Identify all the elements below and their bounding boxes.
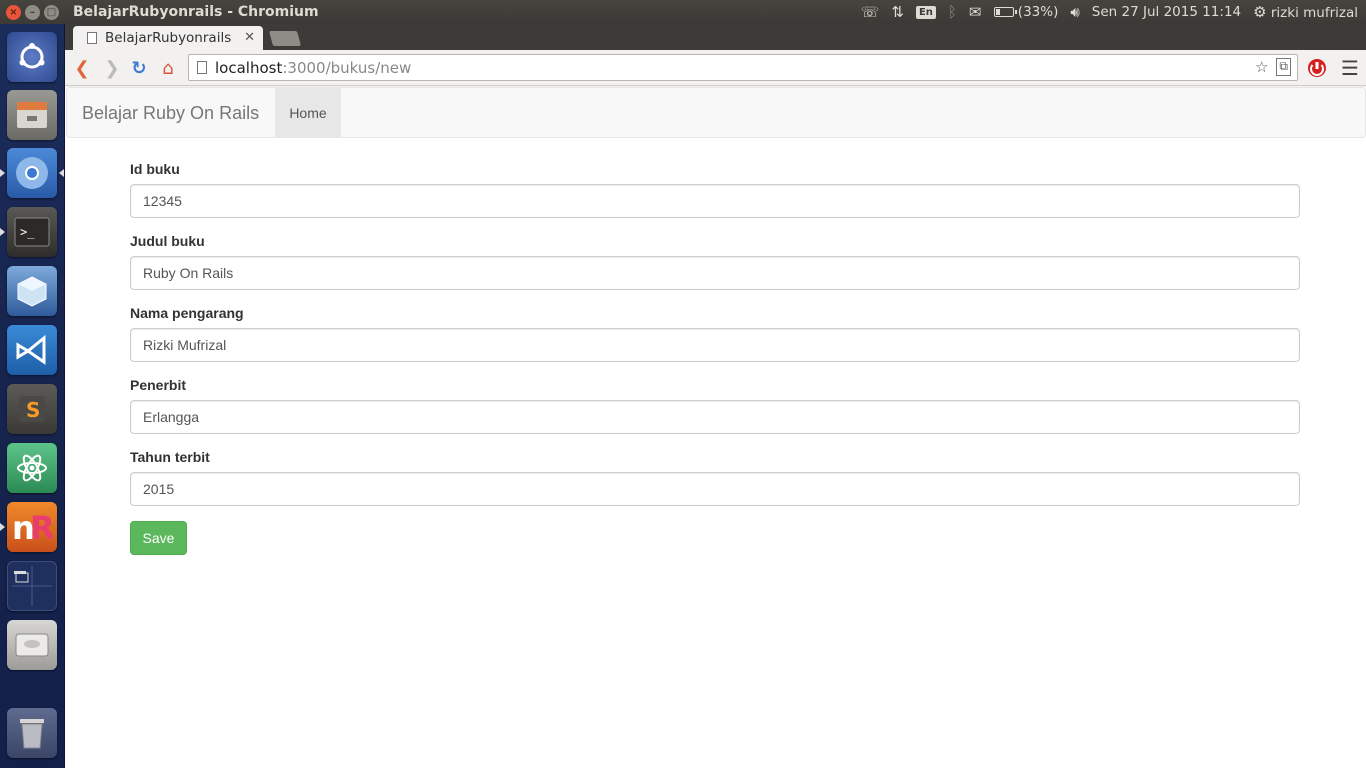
chromium-icon[interactable] xyxy=(7,148,57,198)
omnibox-actions: ☆ ⧉ xyxy=(1255,58,1291,76)
terminal-icon[interactable]: >_ xyxy=(7,207,57,257)
top-panel: × – □ BelajarRubyonrails - Chromium ☏ ⇅ … xyxy=(0,0,1366,24)
tab-title: BelajarRubyonrails xyxy=(105,30,232,46)
tahun-terbit-input[interactable] xyxy=(130,472,1300,506)
maximize-window-button[interactable]: □ xyxy=(44,4,59,20)
form-group-id-buku: Id buku xyxy=(130,161,1301,218)
penerbit-label: Penerbit xyxy=(130,377,187,393)
volume-icon[interactable]: 🔊︎ xyxy=(1070,3,1079,21)
browser-tab[interactable]: BelajarRubyonrails ✕ xyxy=(73,26,263,50)
battery-percent: (33%) xyxy=(1017,4,1059,20)
keyboard-layout-indicator[interactable]: En xyxy=(915,5,936,19)
window-title: BelajarRubyonrails - Chromium xyxy=(73,4,319,20)
disk-icon[interactable] xyxy=(7,620,57,670)
running-indicator xyxy=(0,228,5,236)
minimize-window-button[interactable]: – xyxy=(25,4,40,20)
tab-close-icon[interactable]: ✕ xyxy=(244,30,255,45)
nama-pengarang-label: Nama pengarang xyxy=(130,305,244,321)
sublime-text-icon[interactable]: S xyxy=(7,384,57,434)
judul-buku-label: Judul buku xyxy=(130,233,205,249)
url-host: localhost xyxy=(215,58,283,77)
penerbit-input[interactable] xyxy=(130,400,1300,434)
reload-button[interactable]: ↻ xyxy=(128,57,150,79)
files-icon[interactable] xyxy=(7,90,57,140)
mail-icon[interactable]: ✉ xyxy=(969,3,982,21)
menu-icon[interactable]: ☰ xyxy=(1339,56,1361,80)
battery-icon xyxy=(993,7,1017,17)
rubymine-icon[interactable]: nR xyxy=(7,502,57,552)
focused-indicator xyxy=(59,169,64,177)
visual-studio-code-icon[interactable] xyxy=(7,325,57,375)
address-bar[interactable]: localhost:3000/bukus/new ☆ ⧉ xyxy=(188,54,1298,81)
virtualbox-icon[interactable] xyxy=(7,266,57,316)
battery-indicator[interactable]: (33%) xyxy=(993,4,1059,20)
translate-icon[interactable]: ⧉ xyxy=(1276,58,1291,76)
running-indicator xyxy=(0,523,5,531)
ubuntu-dash-icon[interactable] xyxy=(7,32,57,82)
form-group-judul-buku: Judul buku xyxy=(130,233,1301,290)
id-buku-input[interactable] xyxy=(130,184,1300,218)
form-group-penerbit: Penerbit xyxy=(130,377,1301,434)
page-icon xyxy=(87,32,97,44)
tab-strip: BelajarRubyonrails ✕ xyxy=(65,24,1366,50)
user-menu[interactable]: ⚙ rizki mufrizal xyxy=(1253,3,1358,21)
bluetooth-icon[interactable]: ᛒ xyxy=(948,3,957,21)
browser-toolbar: ❮ ❯ ↻ ⌂ localhost:3000/bukus/new ☆ ⧉ ☰ xyxy=(65,50,1366,86)
bookmark-star-icon[interactable]: ☆ xyxy=(1255,58,1268,76)
navbar: Belajar Ruby On Rails Home xyxy=(66,87,1366,138)
new-tab-button[interactable] xyxy=(268,31,302,46)
indicator-area: ☏ ⇅ En ᛒ ✉ (33%) 🔊︎ Sen 27 Jul 2015 11:1… xyxy=(861,0,1358,24)
page-viewport: Belajar Ruby On Rails Home Id buku Judul… xyxy=(65,87,1366,768)
svg-text:R: R xyxy=(30,509,52,545)
close-window-button[interactable]: × xyxy=(6,4,21,20)
running-indicator xyxy=(0,169,5,177)
gear-icon: ⚙ xyxy=(1253,3,1267,21)
book-form: Id buku Judul buku Nama pengarang Penerb… xyxy=(130,161,1301,555)
clock[interactable]: Sen 27 Jul 2015 11:14 xyxy=(1092,4,1241,20)
extension-button[interactable] xyxy=(1306,57,1328,79)
form-group-tahun-terbit: Tahun terbit xyxy=(130,449,1301,506)
battery-level-fill xyxy=(995,9,1001,15)
id-buku-label: Id buku xyxy=(130,161,180,177)
atom-icon[interactable] xyxy=(7,443,57,493)
svg-text:S: S xyxy=(26,398,40,422)
back-button[interactable]: ❮ xyxy=(71,57,93,79)
judul-buku-input[interactable] xyxy=(130,256,1300,290)
trash-icon[interactable] xyxy=(7,708,57,758)
network-icon[interactable]: ⇅ xyxy=(891,3,904,21)
form-group-nama-pengarang: Nama pengarang xyxy=(130,305,1301,362)
navbar-brand[interactable]: Belajar Ruby On Rails xyxy=(82,103,259,124)
username: rizki mufrizal xyxy=(1270,5,1358,21)
save-button[interactable]: Save xyxy=(130,521,187,555)
forward-button[interactable]: ❯ xyxy=(101,57,123,79)
url-path: :3000/bukus/new xyxy=(282,58,412,77)
nav-home-link[interactable]: Home xyxy=(275,88,341,138)
telepathy-icon[interactable]: ☏ xyxy=(861,3,880,21)
page-icon xyxy=(197,61,207,74)
nama-pengarang-input[interactable] xyxy=(130,328,1300,362)
tahun-terbit-label: Tahun terbit xyxy=(130,449,210,465)
window-controls: × – □ xyxy=(6,4,59,20)
workspace-switcher-icon[interactable] xyxy=(7,561,57,611)
home-button[interactable]: ⌂ xyxy=(157,57,179,79)
unity-launcher: >_ S nR xyxy=(0,24,65,768)
svg-text:>_: >_ xyxy=(20,225,35,239)
